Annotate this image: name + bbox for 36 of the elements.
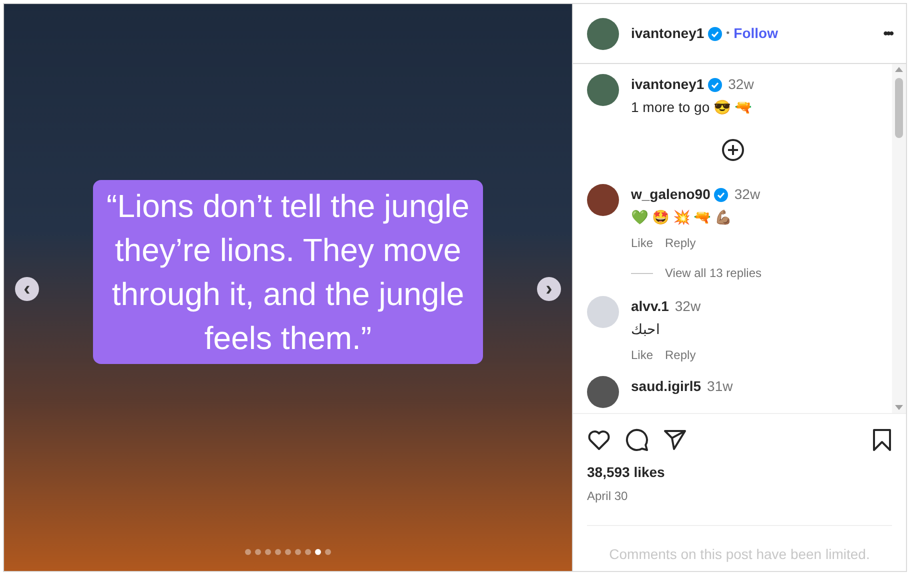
load-more-plus-icon[interactable] [720,138,744,162]
username[interactable]: ivantoney1 [631,23,704,44]
username[interactable]: saud.igirl5 [631,376,702,397]
like-heart-icon[interactable] [587,429,611,451]
username[interactable]: alvv.1 [631,296,669,317]
follow-link[interactable]: Follow [734,23,778,44]
reply-button[interactable]: Reply [665,234,696,252]
avatar[interactable] [587,18,619,50]
view-replies-button[interactable]: View all 13 replies [665,264,762,282]
like-button[interactable]: Like [631,346,654,364]
comment-text: 💚 🤩 💥 🔫 💪🏽 [631,208,733,227]
username[interactable]: w_galeno90 [631,184,710,205]
reply-button[interactable]: Reply [665,346,696,364]
likes-count[interactable]: 38,593 likes [587,462,892,483]
comment-time[interactable]: 32w [674,296,701,317]
comment-time[interactable]: 32w [728,74,754,95]
share-paper-plane-icon[interactable] [663,429,687,451]
separator-text: • [726,27,730,41]
like-button[interactable]: Like [631,234,654,252]
comment-time[interactable]: 32w [734,184,760,205]
comment-text: 1 more to go 😎 🔫 [631,98,752,117]
comment-time[interactable]: 31w [707,376,733,397]
bookmark-icon[interactable] [872,429,892,451]
comment-text: احبك [631,320,661,339]
comments-limited-notice: Comments on this post have been limited. [608,545,871,564]
username[interactable]: ivantoney1 [631,74,704,95]
avatar[interactable] [587,184,619,216]
more-options-button[interactable]: ••• [883,23,892,44]
scrollbar[interactable] [892,64,906,413]
next-button[interactable]: › [537,277,561,301]
quote-text: “Lions don’t tell the jungle they’re lions. They move through it, and the jungle feels them.” [93,180,483,364]
post-date: April 30 [587,488,629,505]
previous-button[interactable]: ‹ [15,277,39,301]
comment-bubble-icon[interactable] [625,428,649,452]
avatar[interactable] [587,376,619,408]
avatar[interactable] [587,74,619,106]
